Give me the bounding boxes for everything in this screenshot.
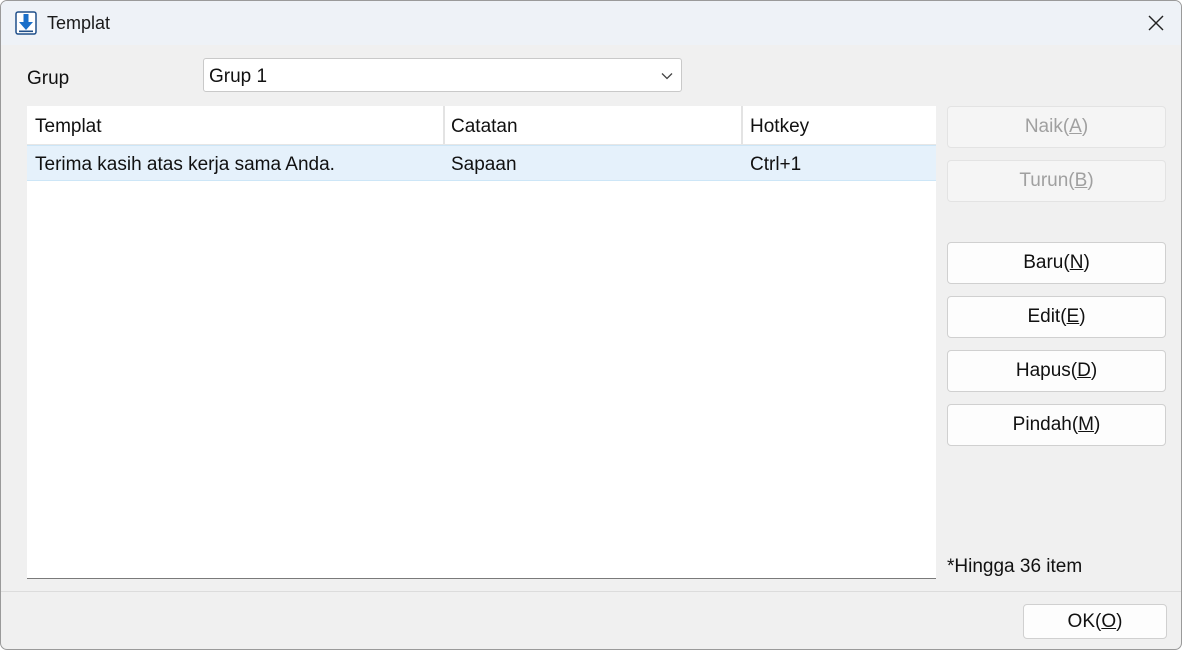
move-down-button[interactable]: Turun(B) [947, 160, 1166, 202]
move-up-label-end: ) [1081, 116, 1089, 137]
move-up-accesskey: A [1069, 116, 1082, 137]
ok-label: OK( [1067, 610, 1102, 632]
ok-button[interactable]: OK(O) [1023, 604, 1167, 639]
move-to-group-button[interactable]: Pindah(M) [947, 404, 1166, 446]
template-dialog: Templat Grup Grup 1 Templat Catatan Hotk… [0, 0, 1182, 650]
list-header: Templat Catatan Hotkey [27, 106, 936, 145]
title-bar: Templat [1, 1, 1181, 45]
item-limit-note: *Hingga 36 item [947, 556, 1083, 577]
column-header-template[interactable]: Templat [27, 106, 443, 144]
footer-divider [1, 591, 1181, 592]
delete-button[interactable]: Hapus(D) [947, 350, 1166, 392]
move-down-accesskey: B [1074, 170, 1088, 191]
new-label: Baru( [1023, 252, 1070, 273]
close-button[interactable] [1131, 1, 1181, 45]
edit-accesskey: E [1066, 306, 1080, 327]
new-button[interactable]: Baru(N) [947, 242, 1166, 284]
delete-label: Hapus( [1015, 360, 1078, 381]
table-row[interactable]: Terima kasih atas kerja sama Anda. Sapaa… [27, 145, 936, 181]
group-dropdown-value: Grup 1 [209, 66, 268, 87]
column-header-note[interactable]: Catatan [443, 106, 742, 144]
chevron-down-icon [661, 73, 673, 80]
delete-label-end: ) [1090, 360, 1098, 381]
ok-label-end: ) [1116, 610, 1123, 632]
edit-label-end: ) [1079, 306, 1086, 327]
ok-accesskey: O [1101, 610, 1117, 632]
group-label: Grup [27, 68, 70, 89]
move-label: Pindah( [1012, 414, 1079, 435]
new-accesskey: N [1069, 252, 1084, 273]
edit-label: Edit( [1027, 306, 1067, 327]
move-accesskey: M [1078, 414, 1094, 435]
move-label-end: ) [1094, 414, 1101, 435]
download-arrow-icon [15, 11, 37, 35]
move-up-button[interactable]: Naik(A) [947, 106, 1166, 148]
cell-note: Sapaan [451, 154, 517, 175]
new-label-end: ) [1083, 252, 1090, 273]
window-title: Templat [47, 13, 111, 33]
edit-button[interactable]: Edit(E) [947, 296, 1166, 338]
move-up-label: Naik( [1024, 116, 1070, 137]
group-dropdown[interactable]: Grup 1 [203, 58, 682, 92]
move-down-label-end: ) [1087, 170, 1094, 191]
template-list[interactable]: Templat Catatan Hotkey Terima kasih atas… [27, 106, 936, 579]
move-down-label: Turun( [1019, 170, 1075, 191]
delete-accesskey: D [1077, 360, 1091, 381]
column-header-hotkey[interactable]: Hotkey [742, 106, 936, 144]
close-icon [1148, 15, 1164, 31]
cell-template: Terima kasih atas kerja sama Anda. [35, 154, 335, 175]
cell-hotkey: Ctrl+1 [750, 154, 802, 175]
